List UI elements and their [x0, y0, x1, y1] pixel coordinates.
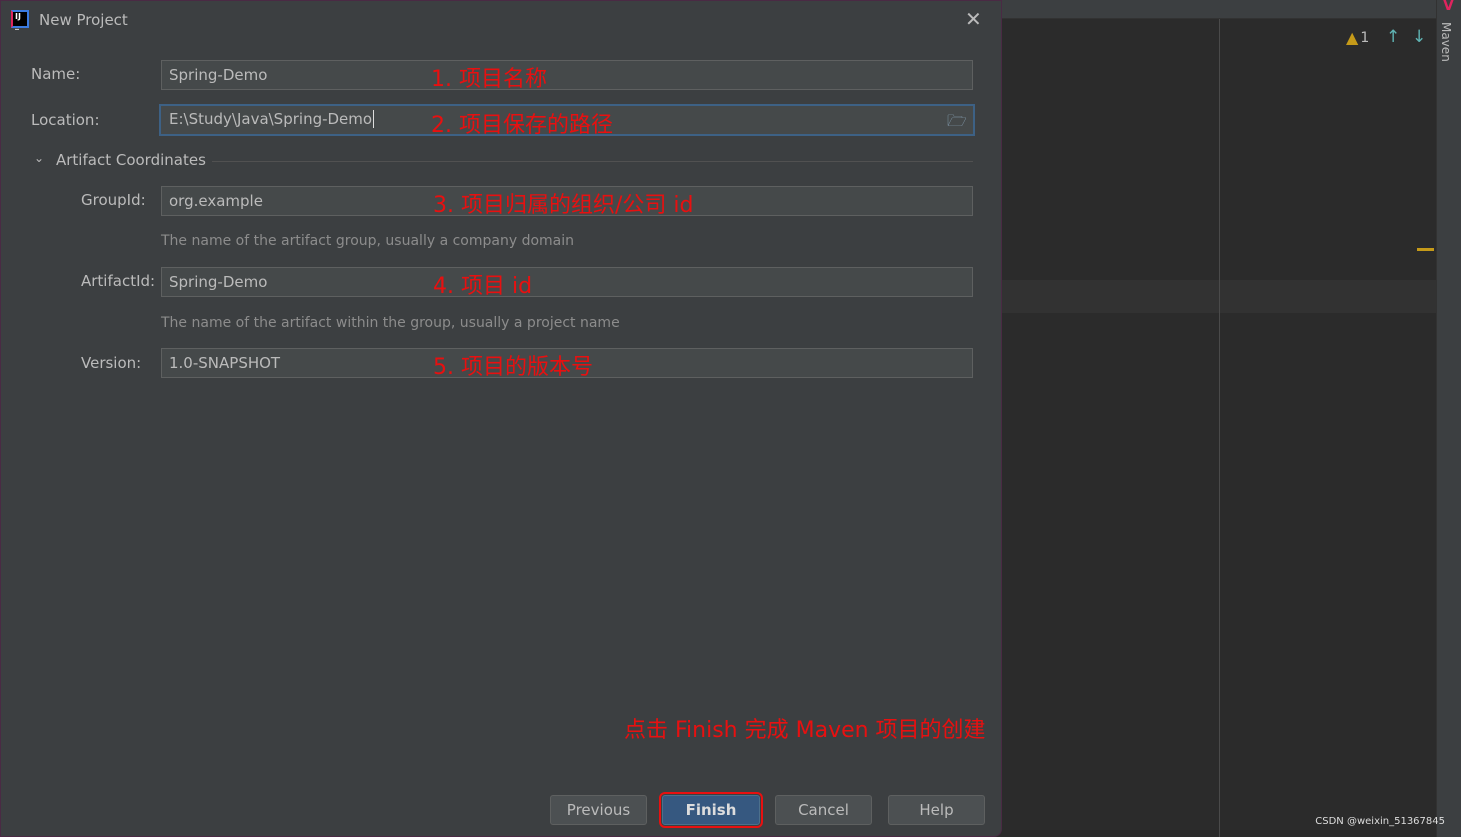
location-value: E:\Study\Java\Spring-Demo: [169, 110, 373, 128]
maven-tool-tab[interactable]: Maven: [1439, 22, 1453, 62]
chevron-down-icon[interactable]: ⌄: [34, 151, 44, 165]
artifactid-hint: The name of the artifact within the grou…: [161, 315, 620, 331]
previous-button[interactable]: Previous: [550, 795, 647, 825]
version-annotation: 5. 项目的版本号: [433, 355, 593, 380]
warning-icon: ▲: [1346, 28, 1359, 47]
close-icon[interactable]: ✕: [965, 7, 982, 31]
watermark: CSDN @weixin_51367845: [1315, 816, 1445, 827]
warning-indicator[interactable]: ▲ 1: [1346, 28, 1369, 47]
folder-icon[interactable]: 🗁: [947, 110, 967, 137]
location-label: Location:: [31, 111, 100, 129]
version-label: Version:: [81, 354, 142, 372]
intellij-logo-icon: IJ _: [11, 10, 29, 30]
section-divider: [212, 161, 973, 162]
finish-annotation: 点击 Finish 完成 Maven 项目的创建: [624, 718, 986, 743]
new-project-dialog: IJ _ New Project ✕ Name: Spring-Demo 1. 项…: [0, 0, 1002, 837]
dialog-title: New Project: [39, 11, 128, 29]
cancel-button[interactable]: Cancel: [775, 795, 872, 825]
help-button[interactable]: Help: [888, 795, 985, 825]
finish-button[interactable]: Finish: [659, 792, 763, 828]
name-annotation: 1. 项目名称: [431, 67, 547, 92]
name-label: Name:: [31, 65, 81, 83]
name-input[interactable]: Spring-Demo: [161, 60, 973, 90]
groupid-annotation: 3. 项目归属的组织/公司 id: [433, 193, 694, 218]
editor-right-margin: [1219, 19, 1220, 837]
groupid-hint: The name of the artifact group, usually …: [161, 233, 574, 249]
artifactid-label: ArtifactId:: [81, 272, 156, 290]
arrow-down-icon[interactable]: ↓: [1412, 27, 1426, 47]
groupid-label: GroupId:: [81, 191, 146, 209]
warning-count: 1: [1360, 29, 1370, 46]
maven-logo-icon: V: [1443, 0, 1454, 14]
location-annotation: 2. 项目保存的路径: [431, 113, 613, 138]
warning-stripe-marker[interactable]: [1417, 248, 1434, 251]
text-cursor: [373, 110, 379, 128]
artifactid-annotation: 4. 项目 id: [433, 274, 533, 299]
arrow-up-icon[interactable]: ↑: [1386, 27, 1400, 47]
artifactid-input[interactable]: Spring-Demo: [161, 267, 973, 297]
editor-tab-bar: [1002, 0, 1436, 19]
right-tool-strip: [1436, 0, 1461, 837]
artifact-coordinates-toggle[interactable]: Artifact Coordinates: [56, 151, 206, 169]
